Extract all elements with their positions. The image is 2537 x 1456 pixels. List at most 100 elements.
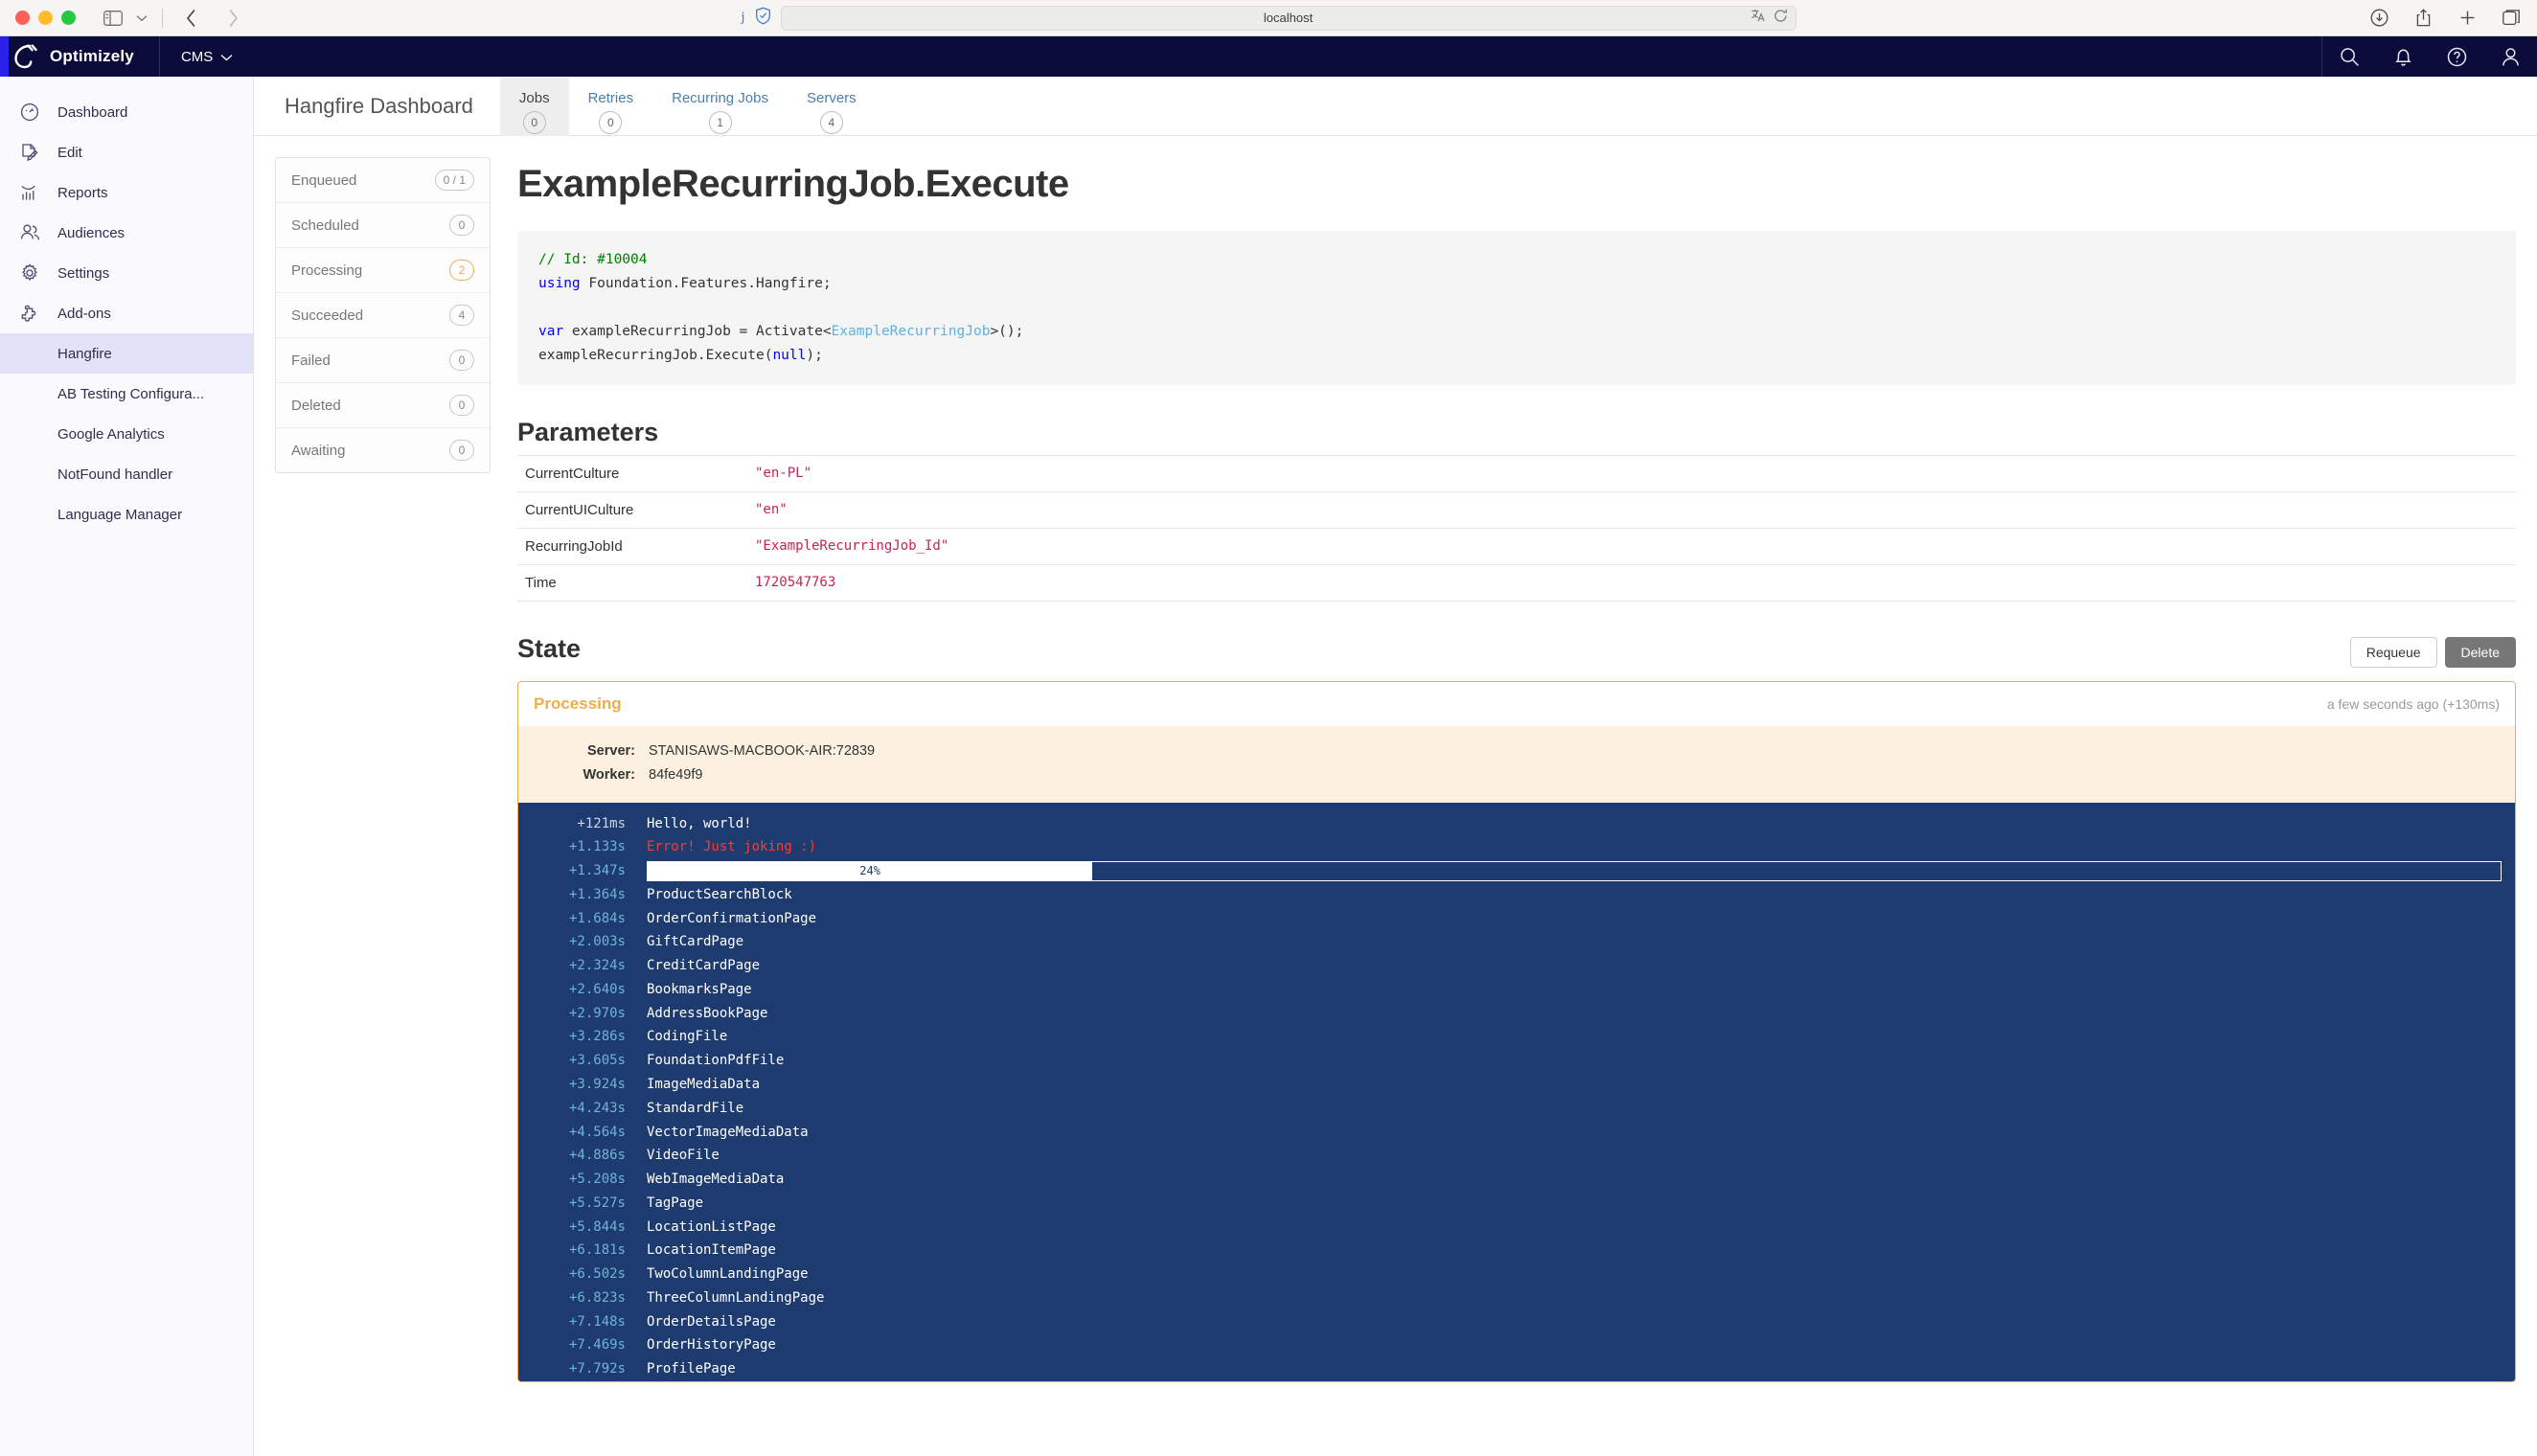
parameter-name: CurrentCulture [525,465,620,482]
table-row: Time 1720547763 [517,564,2516,602]
optimizely-topbar: Optimizely CMS [0,36,2537,77]
sidebar-options-chevron-icon[interactable] [127,4,156,33]
sidebar-subitem-label: Google Analytics [57,425,165,443]
status-label: Processing [291,262,363,279]
status-label: Failed [291,352,331,369]
console-message: OrderConfirmationPage [647,910,817,926]
settings-gear-icon [17,263,42,283]
state-card-header: Processing a few seconds ago (+130ms) [518,681,2515,726]
translate-icon[interactable] [1750,8,1766,28]
share-icon[interactable] [2409,4,2437,33]
parameter-name: CurrentUICulture [525,501,634,518]
new-tab-icon[interactable] [2453,4,2481,33]
worker-label: Worker: [583,766,635,783]
console-line: +2.003s GiftCardPage [518,930,2515,954]
sidebar-item-language-manager[interactable]: Language Manager [0,494,253,535]
url-area: j localhost [0,5,2537,31]
search-icon[interactable] [2322,36,2376,77]
close-window-button[interactable] [15,11,30,25]
console-line: +1.684s OrderConfirmationPage [518,907,2515,931]
show-tabs-icon[interactable] [2497,4,2526,33]
console-timestamp: +7.792s [568,1361,626,1377]
address-bar[interactable]: localhost [780,5,1796,31]
sidebar-item-label: Dashboard [57,103,128,121]
sidebar-item-ab-testing-configuration[interactable]: AB Testing Configura... [0,374,253,414]
status-count: 0 / 1 [434,170,474,191]
state-timestamp: a few seconds ago (+130ms) [2326,695,2500,712]
console-message: VectorImageMediaData [647,1124,809,1140]
sidebar-item-edit[interactable]: Edit [0,132,253,172]
sidebar-item-google-analytics[interactable]: Google Analytics [0,414,253,454]
console-line: +5.527s TagPage [518,1192,2515,1216]
console-line: +3.286s CodingFile [518,1025,2515,1049]
back-arrow-icon[interactable] [176,4,205,33]
status-item-processing[interactable]: Processing 2 [276,248,490,293]
sidebar-item-audiences[interactable]: Audiences [0,213,253,253]
status-item-failed[interactable]: Failed 0 [276,338,490,383]
console-line: +1.133s Error! Just joking :) [518,835,2515,859]
tab-recurring-jobs[interactable]: Recurring Jobs 1 [652,77,788,136]
tab-label: Retries [587,90,634,106]
sidebar-item-label: Reports [57,184,108,201]
status-item-succeeded[interactable]: Succeeded 4 [276,293,490,338]
topbar-actions [2321,36,2537,77]
tab-label: Servers [807,90,857,106]
status-item-awaiting[interactable]: Awaiting 0 [276,428,490,472]
console-line: +7.792s ProfilePage [518,1357,2515,1381]
status-count: 0 [449,440,474,461]
status-badge: Processing [534,694,622,713]
notifications-icon[interactable] [2376,36,2430,77]
sidebar-item-hangfire[interactable]: Hangfire [0,333,253,374]
server-value: STANISAWS-MACBOOK-AIR:72839 [649,742,876,759]
console-timestamp: +6.181s [568,1242,626,1259]
delete-button[interactable]: Delete [2444,637,2516,669]
sidebar-item-reports[interactable]: Reports [0,172,253,213]
tab-badge: 0 [522,111,546,134]
requeue-button[interactable]: Requeue [2349,637,2437,669]
console-timestamp: +7.148s [568,1313,626,1330]
code-keyword-using: using [538,275,581,291]
console-line: +4.564s VectorImageMediaData [518,1121,2515,1145]
sidebar-toggle-icon[interactable] [99,4,127,33]
console-message: LocationItemPage [647,1242,776,1259]
status-item-deleted[interactable]: Deleted 0 [276,383,490,428]
console-message: ProductSearchBlock [647,886,792,902]
status-item-enqueued[interactable]: Enqueued 0 / 1 [276,158,490,203]
console-line: +2.324s CreditCardPage [518,954,2515,978]
maximize-window-button[interactable] [61,11,76,25]
sidebar-item-dashboard[interactable]: Dashboard [0,92,253,132]
optimizely-logo-icon[interactable] [0,36,50,77]
sidebar-item-settings[interactable]: Settings [0,253,253,293]
status-label: Deleted [291,397,341,414]
server-label: Server: [587,742,635,759]
sidebar-item-label: Add-ons [57,305,111,322]
status-label: Succeeded [291,307,364,324]
console-timestamp: +1.347s [568,863,626,879]
tab-badge: 0 [599,111,623,134]
console-line: +7.148s OrderDetailsPage [518,1310,2515,1334]
job-status-list: Enqueued 0 / 1 Scheduled 0 Processing 2 … [275,157,491,473]
profile-icon[interactable] [2483,36,2537,77]
console-message: FoundationPdfFile [647,1053,785,1069]
product-menu[interactable]: CMS [160,36,254,77]
tab-servers[interactable]: Servers 4 [788,77,876,136]
console-line: +6.502s TwoColumnLandingPage [518,1263,2515,1286]
downloads-icon[interactable] [2365,4,2393,33]
console-line: +2.970s AddressBookPage [518,1002,2515,1026]
console-timestamp: +7.469s [568,1337,626,1354]
forward-arrow-icon[interactable] [218,4,247,33]
reload-icon[interactable] [1773,9,1788,28]
extension-j-icon[interactable]: j [741,10,744,26]
status-count: 0 [449,215,474,236]
console-message: TagPage [647,1194,704,1211]
sidebar-item-addons[interactable]: Add-ons [0,293,253,333]
tab-jobs[interactable]: Jobs 0 [499,77,569,136]
help-icon[interactable] [2430,36,2483,77]
tab-retries[interactable]: Retries 0 [569,77,653,136]
sidebar-item-notfound-handler[interactable]: NotFound handler [0,454,253,494]
shield-extension-icon[interactable] [755,7,771,30]
console-line: +6.181s LocationItemPage [518,1239,2515,1263]
state-actions: Requeue Delete [2349,637,2516,669]
minimize-window-button[interactable] [38,11,53,25]
status-item-scheduled[interactable]: Scheduled 0 [276,203,490,248]
